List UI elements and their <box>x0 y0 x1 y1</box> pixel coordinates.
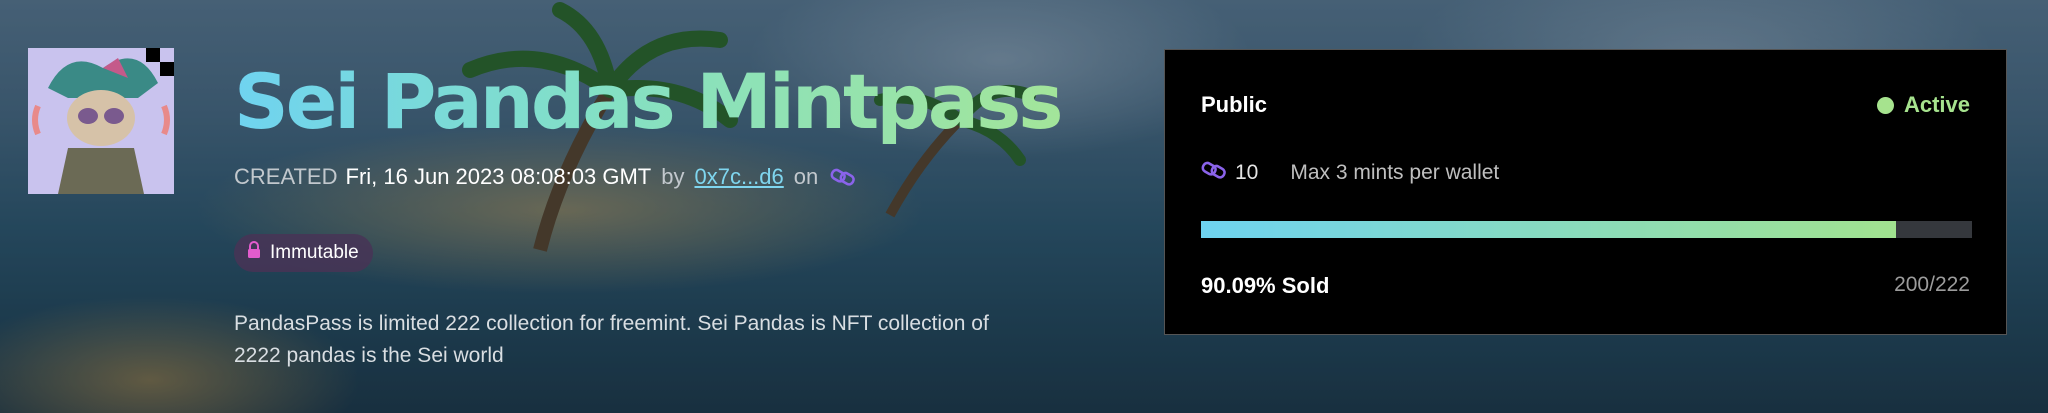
sold-percentage: 90.09% Sold <box>1201 273 1330 298</box>
immutable-badge: Immutable <box>234 234 373 272</box>
created-label: CREATED <box>234 164 338 189</box>
badge-label: Immutable <box>270 242 359 263</box>
collection-description: PandasPass is limited 222 collection for… <box>234 312 989 367</box>
minted-count: 200/222 <box>1894 273 1970 296</box>
phase-label: Public <box>1201 92 1268 117</box>
mint-progress-fill <box>1201 221 1896 238</box>
on-label: on <box>793 164 819 189</box>
by-label: by <box>661 164 685 189</box>
creator-address-link[interactable]: 0x7c...d6 <box>694 164 783 190</box>
mint-phase-panel: Public Active 10 Max 3 mints per wallet … <box>1164 49 2007 335</box>
mint-progress-bar <box>1201 221 1972 238</box>
mint-price: 10 <box>1235 161 1259 184</box>
chain-link-icon <box>1201 159 1227 187</box>
mint-limit: Max 3 mints per wallet <box>1290 161 1500 184</box>
status-text: Active <box>1903 92 1970 117</box>
collection-avatar <box>28 48 174 194</box>
lock-icon <box>246 241 262 265</box>
collection-title: Sei Pandas Mintpass <box>234 57 1063 146</box>
status-dot-icon <box>1876 96 1894 114</box>
price-row: 10 Max 3 mints per wallet <box>1201 159 1499 187</box>
chain-link-icon <box>830 166 856 188</box>
creation-meta: CREATED Fri, 16 Jun 2023 08:08:03 GMT by… <box>234 164 856 190</box>
created-date: Fri, 16 Jun 2023 08:08:03 GMT <box>345 164 652 189</box>
status-indicator: Active <box>1876 92 1970 118</box>
